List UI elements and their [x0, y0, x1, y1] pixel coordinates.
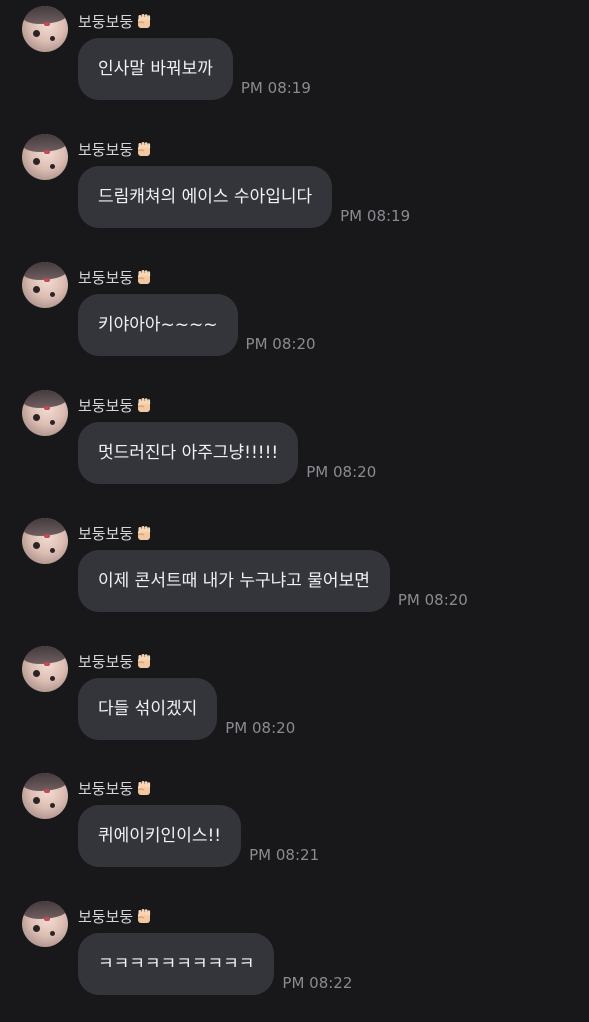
sender-row: 보둥보둥	[78, 650, 153, 672]
sender-name[interactable]: 보둥보둥	[78, 267, 133, 288]
raised-fist-icon	[137, 654, 151, 668]
message-timestamp: PM 08:20	[245, 335, 316, 353]
raised-fist-icon	[137, 909, 151, 923]
raised-fist-icon	[137, 398, 151, 412]
message-item: 보둥보둥 키야아아~~~~ PM 08:20	[0, 256, 589, 383]
raised-fist-icon	[137, 142, 151, 156]
message-timestamp: PM 08:19	[340, 207, 411, 225]
avatar-mark	[44, 917, 50, 921]
avatar-mark	[44, 534, 50, 538]
sender-row: 보둥보둥	[78, 266, 153, 288]
message-bubble[interactable]: 키야아아~~~~	[78, 294, 238, 356]
avatar-mark	[44, 406, 50, 410]
message-bubble[interactable]: ㅋㅋㅋㅋㅋㅋㅋㅋㅋㅋ	[78, 933, 275, 995]
sender-avatar[interactable]	[22, 646, 68, 692]
sender-avatar[interactable]	[22, 518, 68, 564]
raised-fist-icon	[137, 14, 151, 28]
sender-avatar[interactable]	[22, 390, 68, 436]
avatar-eye	[50, 36, 55, 41]
avatar-eye	[33, 542, 40, 549]
message-bubble[interactable]: 드림캐쳐의 에이스 수아입니다	[78, 166, 333, 228]
sender-name[interactable]: 보둥보둥	[78, 906, 133, 927]
sender-row: 보둥보둥	[78, 138, 153, 160]
message-row: ㅋㅋㅋㅋㅋㅋㅋㅋㅋㅋ PM 08:22	[78, 933, 352, 995]
avatar-eye	[50, 164, 55, 169]
message-row: 다들 섞이겠지 PM 08:20	[78, 678, 295, 740]
message-row: 이제 콘서트때 내가 누구냐고 물어보면 PM 08:20	[78, 550, 468, 612]
avatar-eye	[33, 414, 40, 421]
raised-fist-icon	[137, 781, 151, 795]
message-timestamp: PM 08:20	[225, 719, 296, 737]
message-timestamp: PM 08:20	[306, 463, 377, 481]
avatar-eye	[50, 548, 55, 553]
avatar-eye	[50, 803, 55, 808]
raised-fist-icon	[137, 270, 151, 284]
avatar-eye	[33, 30, 40, 37]
message-row: 인사말 바꿔보까 PM 08:19	[78, 38, 311, 100]
message-row: 드림캐쳐의 에이스 수아입니다 PM 08:19	[78, 166, 410, 228]
message-bubble[interactable]: 퀴에이키인이스!!	[78, 805, 242, 867]
avatar-eye	[33, 286, 40, 293]
message-item: 보둥보둥 드림캐쳐의 에이스 수아입니다 PM 08:19	[0, 128, 589, 255]
message-timestamp: PM 08:22	[282, 974, 353, 992]
message-bubble[interactable]: 이제 콘서트때 내가 누구냐고 물어보면	[78, 550, 390, 612]
avatar-eye	[50, 931, 55, 936]
sender-name[interactable]: 보둥보둥	[78, 523, 133, 544]
message-bubble[interactable]: 인사말 바꿔보까	[78, 38, 233, 100]
sender-row: 보둥보둥	[78, 777, 153, 799]
message-item: 보둥보둥 이제 콘서트때 내가 누구냐고 물어보면 PM 08:20	[0, 512, 589, 639]
message-timestamp: PM 08:20	[397, 591, 468, 609]
avatar-eye	[33, 797, 40, 804]
sender-avatar[interactable]	[22, 6, 68, 52]
message-timestamp: PM 08:19	[240, 79, 311, 97]
avatar-mark	[44, 22, 50, 26]
sender-row: 보둥보둥	[78, 522, 153, 544]
sender-avatar[interactable]	[22, 134, 68, 180]
sender-avatar[interactable]	[22, 262, 68, 308]
avatar-eye	[50, 420, 55, 425]
sender-row: 보둥보둥	[78, 905, 153, 927]
avatar-eye	[50, 292, 55, 297]
sender-name[interactable]: 보둥보둥	[78, 651, 133, 672]
message-row: 키야아아~~~~ PM 08:20	[78, 294, 316, 356]
message-item: 보둥보둥 멋드러진다 아주그냥!!!!! PM 08:20	[0, 384, 589, 511]
message-item: 보둥보둥 퀴에이키인이스!! PM 08:21	[0, 767, 589, 894]
avatar-mark	[44, 150, 50, 154]
avatar-mark	[44, 278, 50, 282]
sender-name[interactable]: 보둥보둥	[78, 139, 133, 160]
sender-name[interactable]: 보둥보둥	[78, 11, 133, 32]
message-item: 보둥보둥 ㅋㅋㅋㅋㅋㅋㅋㅋㅋㅋ PM 08:22	[0, 895, 589, 1022]
avatar-eye	[33, 925, 40, 932]
message-item: 보둥보둥 인사말 바꿔보까 PM 08:19	[0, 0, 589, 127]
message-bubble[interactable]: 다들 섞이겠지	[78, 678, 218, 740]
raised-fist-icon	[137, 526, 151, 540]
message-row: 퀴에이키인이스!! PM 08:21	[78, 805, 319, 867]
chat-message-list: 보둥보둥 인사말 바꿔보까 PM 08:19 보둥보둥 드림캐쳐의 에이스 수아…	[0, 0, 589, 1000]
message-item: 보둥보둥 다들 섞이겠지 PM 08:20	[0, 640, 589, 767]
avatar-eye	[33, 158, 40, 165]
message-bubble[interactable]: 멋드러진다 아주그냥!!!!!	[78, 422, 299, 484]
sender-name[interactable]: 보둥보둥	[78, 395, 133, 416]
avatar-mark	[44, 789, 50, 793]
avatar-eye	[50, 676, 55, 681]
sender-avatar[interactable]	[22, 901, 68, 947]
sender-name[interactable]: 보둥보둥	[78, 778, 133, 799]
message-timestamp: PM 08:21	[249, 846, 320, 864]
sender-row: 보둥보둥	[78, 10, 153, 32]
avatar-mark	[44, 662, 50, 666]
sender-row: 보둥보둥	[78, 394, 153, 416]
sender-avatar[interactable]	[22, 773, 68, 819]
message-row: 멋드러진다 아주그냥!!!!! PM 08:20	[78, 422, 376, 484]
avatar-eye	[33, 670, 40, 677]
